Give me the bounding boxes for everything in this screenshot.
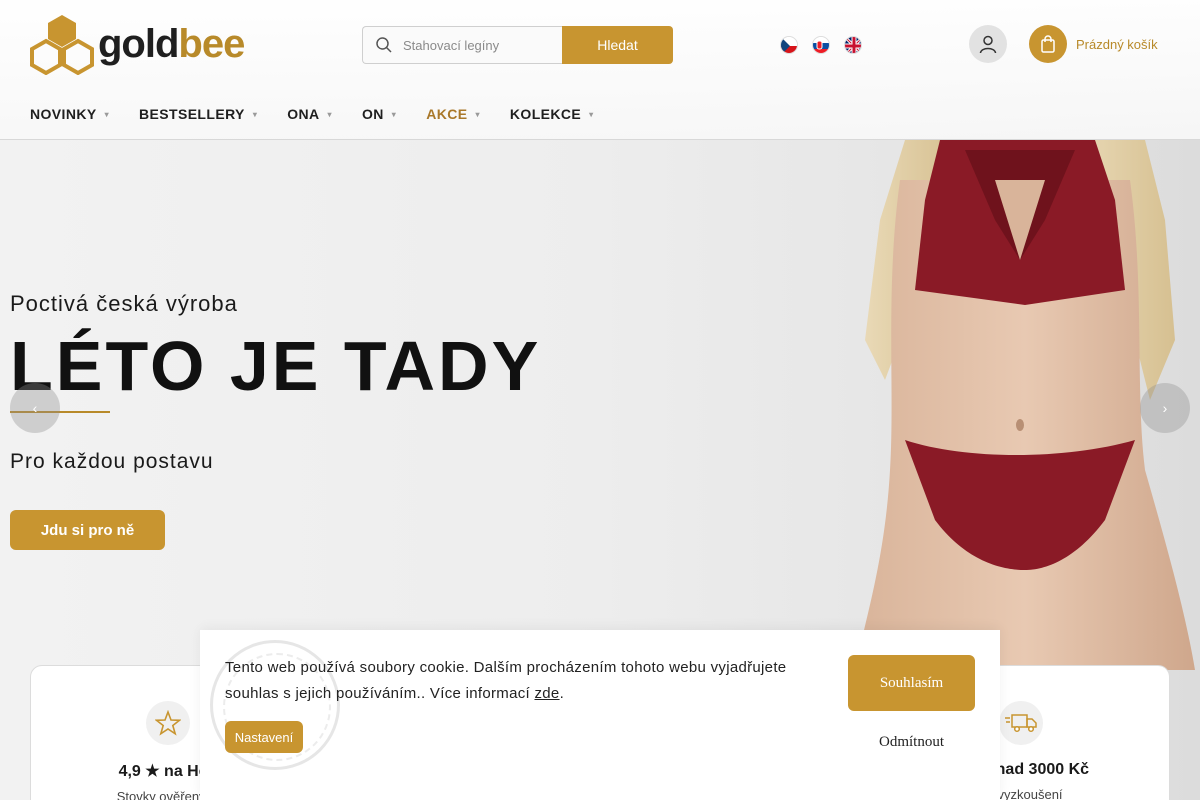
site-header: goldbee Hledat: [0, 0, 1200, 140]
star-icon: [155, 710, 181, 736]
hero-subtitle: Pro každou postavu: [10, 450, 214, 473]
hero-eyebrow: Poctivá česká výroba: [10, 291, 238, 316]
star-icon-wrap: [146, 701, 190, 745]
language-switcher: [780, 36, 862, 54]
chevron-right-icon: ›: [1162, 400, 1168, 416]
cookie-settings-button[interactable]: Nastavení: [225, 721, 303, 753]
cart-icon-wrap: [1029, 25, 1067, 63]
truck-icon: [1005, 714, 1037, 733]
search-bar: Hledat: [362, 26, 673, 64]
cookie-accept-button[interactable]: Souhlasím: [848, 655, 975, 711]
search-box: [362, 26, 562, 64]
nav-item-akce[interactable]: AKCE ▾: [426, 106, 480, 122]
nav-item-novinky[interactable]: NOVINKY ▾: [30, 106, 109, 122]
nav-item-on[interactable]: ON ▾: [362, 106, 396, 122]
chevron-down-icon: ▾: [475, 109, 480, 119]
hero-cta-button[interactable]: Jdu si pro ně: [10, 510, 165, 550]
logo[interactable]: goldbee: [30, 13, 270, 75]
cookie-more-info-link[interactable]: zde: [534, 685, 559, 702]
nav-item-label: AKCE: [426, 106, 468, 122]
chevron-down-icon: ▾: [104, 109, 110, 119]
nav-item-bestsellery[interactable]: BESTSELLERY ▾: [139, 106, 257, 122]
logo-text-bee: bee: [178, 22, 245, 66]
cookie-decline-button[interactable]: Odmítnout: [848, 734, 975, 751]
cookie-text-end: .: [559, 685, 565, 702]
logo-hexagon-icon: [30, 15, 94, 75]
truck-icon-wrap: [999, 701, 1043, 745]
cart-label: Prázdný košík: [1076, 36, 1158, 52]
nav-item-ona[interactable]: ONA ▾: [287, 106, 332, 122]
search-input[interactable]: [403, 37, 553, 53]
chevron-down-icon: ▾: [327, 109, 332, 119]
flag-gb-icon[interactable]: [844, 36, 862, 54]
shopping-bag-icon: [1041, 35, 1055, 53]
flag-cz-icon[interactable]: [780, 36, 798, 54]
cart-button[interactable]: Prázdný košík: [1029, 25, 1158, 63]
main-nav: NOVINKY ▾ BESTSELLERY ▾ ONA ▾ ON ▾ AKCE ▾ KOL…: [30, 106, 624, 122]
user-icon: [979, 35, 997, 54]
nav-item-label: NOVINKY: [30, 106, 97, 122]
search-button[interactable]: Hledat: [562, 26, 673, 64]
nav-item-label: KOLEKCE: [509, 106, 582, 122]
nav-item-kolekce[interactable]: KOLEKCE ▾: [510, 106, 594, 122]
nav-item-label: ONA: [287, 106, 320, 122]
slider-prev-button[interactable]: ‹: [10, 383, 60, 433]
nav-item-label: ON: [361, 106, 384, 122]
slider-next-button[interactable]: ›: [1140, 383, 1190, 433]
nav-item-label: BESTSELLERY: [139, 106, 245, 122]
search-icon: [376, 37, 392, 53]
cookie-text: Tento web používá soubory cookie. Dalším…: [225, 659, 787, 702]
logo-text-gold: gold: [98, 22, 179, 66]
chevron-down-icon: ▾: [252, 109, 258, 119]
chevron-down-icon: ▾: [391, 109, 397, 119]
account-button[interactable]: [969, 25, 1007, 63]
logo-wordmark: goldbee: [98, 22, 245, 66]
chevron-left-icon: ‹: [32, 400, 38, 416]
chevron-down-icon: ▾: [589, 109, 594, 119]
cookie-message: Tento web používá soubory cookie. Dalším…: [225, 655, 825, 707]
cookie-banner: Tento web používá soubory cookie. Dalším…: [200, 630, 1000, 800]
hero-title: LÉTO JE TADY: [10, 327, 542, 405]
flag-sk-icon[interactable]: [812, 36, 830, 54]
